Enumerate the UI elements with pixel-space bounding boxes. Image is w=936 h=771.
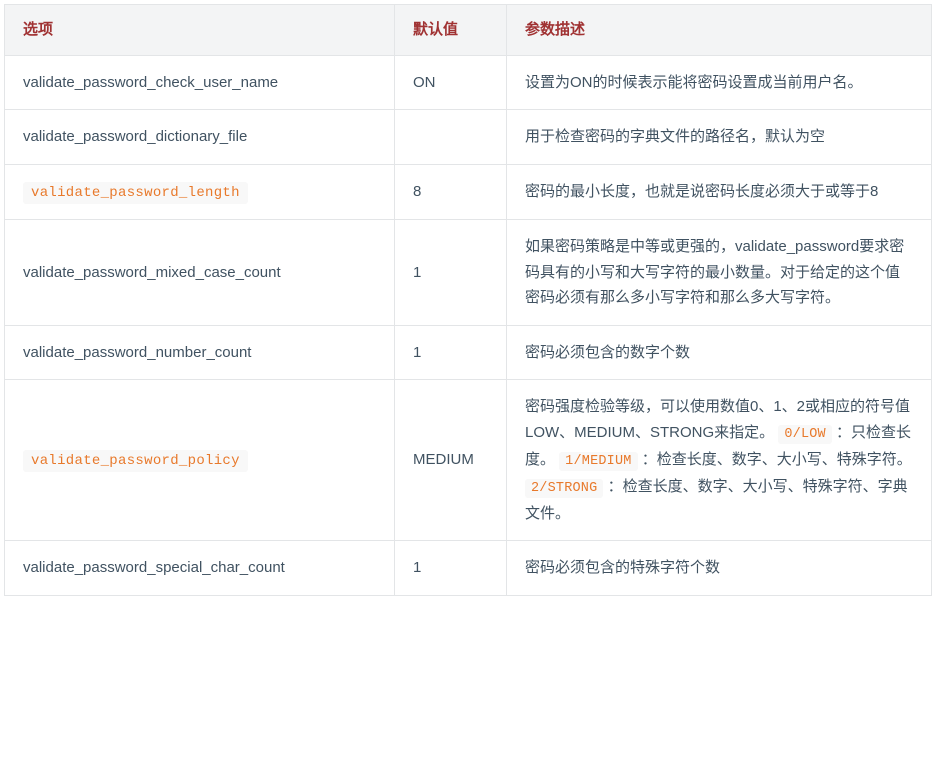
option-cell: validate_password_policy: [5, 380, 395, 541]
code-ref: 2/STRONG: [525, 479, 603, 498]
option-cell: validate_password_number_count: [5, 325, 395, 380]
table-row: validate_password_dictionary_file 用于检查密码的…: [5, 110, 932, 165]
option-code: validate_password_policy: [23, 450, 248, 472]
option-cell: validate_password_length: [5, 164, 395, 220]
option-cell: validate_password_special_char_count: [5, 541, 395, 596]
description-cell: 密码强度检验等级，可以使用数值0、1、2或相应的符号值LOW、MEDIUM、ST…: [507, 380, 932, 541]
description-text: 密码必须包含的特殊字符个数: [525, 559, 720, 576]
default-cell: 1: [395, 325, 507, 380]
table-row: validate_password_policy MEDIUM密码强度检验等级，可…: [5, 380, 932, 541]
description-cell: 密码的最小长度，也就是说密码长度必须大于或等于8: [507, 164, 932, 220]
description-text: ：检查长度、数字、大小写、特殊字符。: [638, 451, 912, 468]
description-text: 用于检查密码的字典文件的路径名，默认为空: [525, 128, 825, 145]
description-text: 密码必须包含的数字个数: [525, 344, 690, 361]
option-code: validate_password_length: [23, 182, 248, 204]
table-row: validate_password_check_user_nameON 设置为ON…: [5, 55, 932, 110]
description-text: 密码的最小长度，也就是说密码长度必须大于或等于8: [525, 183, 878, 200]
header-option: 选项: [5, 5, 395, 56]
code-ref: 0/LOW: [778, 425, 832, 444]
parameters-table: 选项 默认值 参数描述 validate_password_check_user…: [4, 4, 932, 596]
description-text: 设置为ON的时候表示能将密码设置成当前用户名。: [525, 74, 863, 91]
description-text: 如果密码策略是中等或更强的，validate_password要求密码具有的小写…: [525, 238, 904, 306]
description-cell: 设置为ON的时候表示能将密码设置成当前用户名。: [507, 55, 932, 110]
description-cell: 如果密码策略是中等或更强的，validate_password要求密码具有的小写…: [507, 220, 932, 326]
option-cell: validate_password_check_user_name: [5, 55, 395, 110]
default-cell: 8: [395, 164, 507, 220]
default-cell: MEDIUM: [395, 380, 507, 541]
header-description: 参数描述: [507, 5, 932, 56]
description-cell: 用于检查密码的字典文件的路径名，默认为空: [507, 110, 932, 165]
code-ref: 1/MEDIUM: [559, 452, 637, 471]
default-cell: ON: [395, 55, 507, 110]
default-cell: 1: [395, 220, 507, 326]
table-row: validate_password_mixed_case_count1 如果密码策…: [5, 220, 932, 326]
table-row: validate_password_length 8 密码的最小长度，也就是说密码长…: [5, 164, 932, 220]
table-row: validate_password_number_count1 密码必须包含的数字…: [5, 325, 932, 380]
default-cell: 1: [395, 541, 507, 596]
description-cell: 密码必须包含的数字个数: [507, 325, 932, 380]
table-row: validate_password_special_char_count1 密码必…: [5, 541, 932, 596]
option-cell: validate_password_mixed_case_count: [5, 220, 395, 326]
description-cell: 密码必须包含的特殊字符个数: [507, 541, 932, 596]
default-cell: [395, 110, 507, 165]
option-cell: validate_password_dictionary_file: [5, 110, 395, 165]
header-default: 默认值: [395, 5, 507, 56]
